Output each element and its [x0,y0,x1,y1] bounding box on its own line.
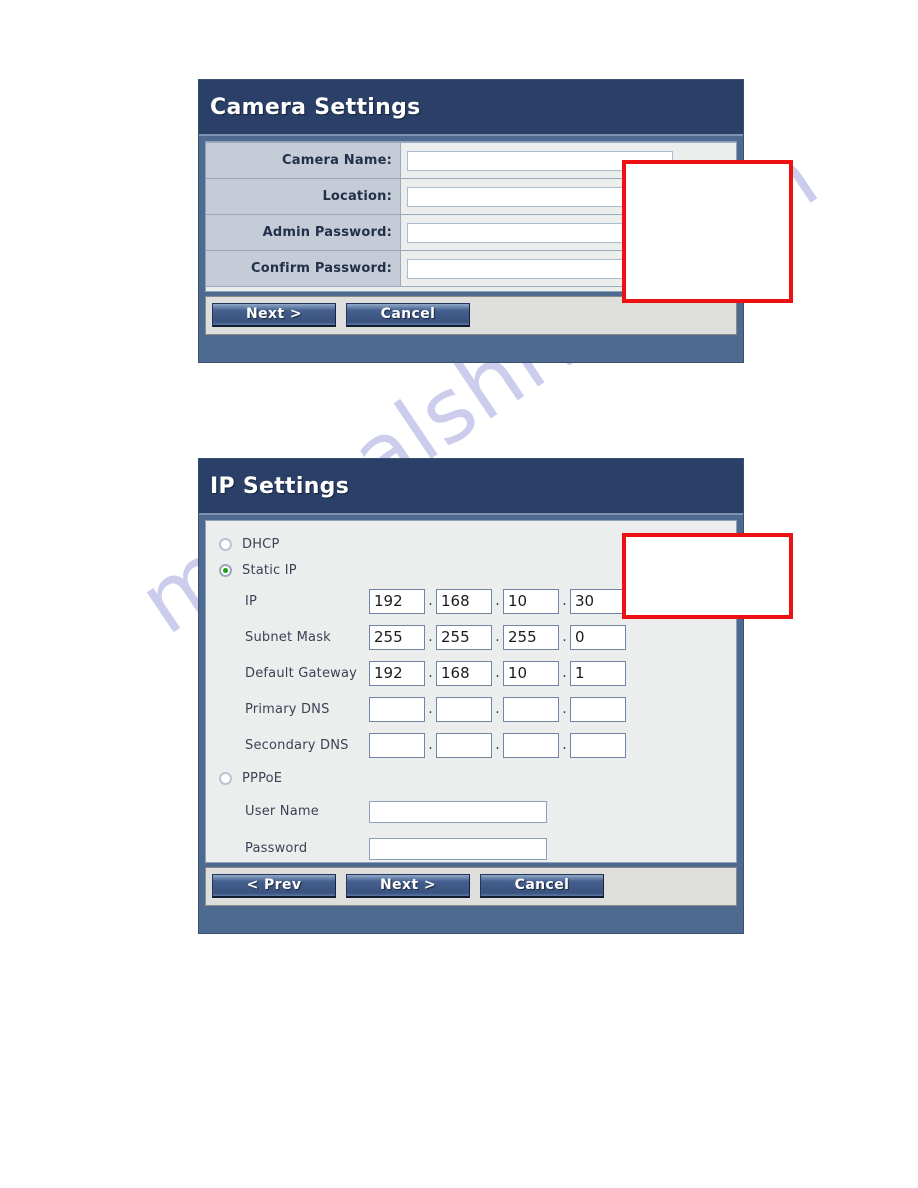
subnet-mask-octet-group: 255 . 255 . 255 . 0 [369,624,626,650]
octet-separator: . [428,628,433,645]
ip-octet-group: 192 . 168 . 10 . 30 [369,588,626,614]
ip-next-button[interactable]: Next > [346,874,470,898]
secondary-dns-label: Secondary DNS [245,737,349,753]
mode-option-pppoe[interactable]: PPPoE [206,763,736,793]
secondary-dns-octet-group: . . . [369,732,626,758]
pppoe-row-user-name: User Name [206,793,736,830]
subnet-mask-octet-4[interactable]: 0 [570,624,626,650]
octet-separator: . [428,664,433,681]
octet-separator: . [428,736,433,753]
octet-separator: . [562,664,567,681]
default-gateway-label: Default Gateway [245,665,358,681]
camera-settings-callout [622,160,793,303]
octet-separator: . [562,592,567,609]
default-gateway-octet-1[interactable]: 192 [369,660,425,686]
subnet-mask-octet-3[interactable]: 255 [503,624,559,650]
ip-settings-title: IP Settings [210,473,350,499]
pppoe-password-label: Password [245,841,308,856]
ip-octet-3[interactable]: 10 [503,588,559,614]
ip-settings-panel-tail [199,906,743,928]
default-gateway-octet-group: 192 . 168 . 10 . 1 [369,660,626,686]
secondary-dns-octet-2[interactable] [436,732,492,758]
octet-separator: . [562,628,567,645]
default-gateway-octet-2[interactable]: 168 [436,660,492,686]
confirm-password-label: Confirm Password: [206,250,401,287]
octet-separator: . [562,700,567,717]
radio-dhcp-icon[interactable] [219,537,232,551]
mode-option-dhcp-label: DHCP [242,536,280,552]
subnet-mask-label: Subnet Mask [245,629,331,645]
ip-prev-button[interactable]: < Prev [212,874,336,898]
subnet-mask-octet-2[interactable]: 255 [436,624,492,650]
camera-settings-panel-tail [199,335,743,357]
ip-octet-1[interactable]: 192 [369,588,425,614]
static-row-primary-dns: Primary DNS . . . [206,691,736,727]
octet-separator: . [428,592,433,609]
static-row-subnet-mask: Subnet Mask 255 . 255 . 255 . 0 [206,619,736,655]
pppoe-row-password: Password [206,830,736,867]
location-label: Location: [206,178,401,215]
camera-settings-title: Camera Settings [210,94,421,120]
ip-octet-2[interactable]: 168 [436,588,492,614]
ip-label: IP [245,593,258,609]
admin-password-label: Admin Password: [206,214,401,251]
octet-separator: . [495,592,500,609]
octet-separator: . [495,628,500,645]
primary-dns-octet-1[interactable] [369,696,425,722]
default-gateway-octet-4[interactable]: 1 [570,660,626,686]
octet-separator: . [495,736,500,753]
camera-cancel-button[interactable]: Cancel [346,303,470,327]
radio-static-ip-icon[interactable] [219,563,232,577]
primary-dns-octet-2[interactable] [436,696,492,722]
secondary-dns-octet-3[interactable] [503,732,559,758]
static-row-default-gateway: Default Gateway 192 . 168 . 10 . 1 [206,655,736,691]
camera-name-label: Camera Name: [206,142,401,179]
primary-dns-octet-group: . . . [369,696,626,722]
secondary-dns-octet-4[interactable] [570,732,626,758]
pppoe-password-input[interactable] [369,837,547,860]
primary-dns-octet-3[interactable] [503,696,559,722]
static-row-secondary-dns: Secondary DNS . . . [206,727,736,763]
ip-settings-callout [622,533,793,619]
octet-separator: . [495,664,500,681]
camera-next-button[interactable]: Next > [212,303,336,327]
ip-settings-title-bar: IP Settings [199,459,743,515]
camera-settings-title-bar: Camera Settings [199,80,743,136]
octet-separator: . [562,736,567,753]
ip-octet-4[interactable]: 30 [570,588,626,614]
secondary-dns-octet-1[interactable] [369,732,425,758]
radio-pppoe-icon[interactable] [219,771,232,785]
subnet-mask-octet-1[interactable]: 255 [369,624,425,650]
primary-dns-octet-4[interactable] [570,696,626,722]
pppoe-user-name-input[interactable] [369,800,547,823]
mode-option-static-ip-label: Static IP [242,562,297,578]
mode-option-pppoe-label: PPPoE [242,770,283,786]
octet-separator: . [495,700,500,717]
ip-cancel-button[interactable]: Cancel [480,874,604,898]
pppoe-user-name-label: User Name [245,804,319,819]
octet-separator: . [428,700,433,717]
ip-settings-footer: < Prev Next > Cancel [205,867,737,906]
default-gateway-octet-3[interactable]: 10 [503,660,559,686]
primary-dns-label: Primary DNS [245,701,330,717]
ip-settings-panel: IP Settings DHCP Static IP IP 192 . 168 … [198,458,744,934]
